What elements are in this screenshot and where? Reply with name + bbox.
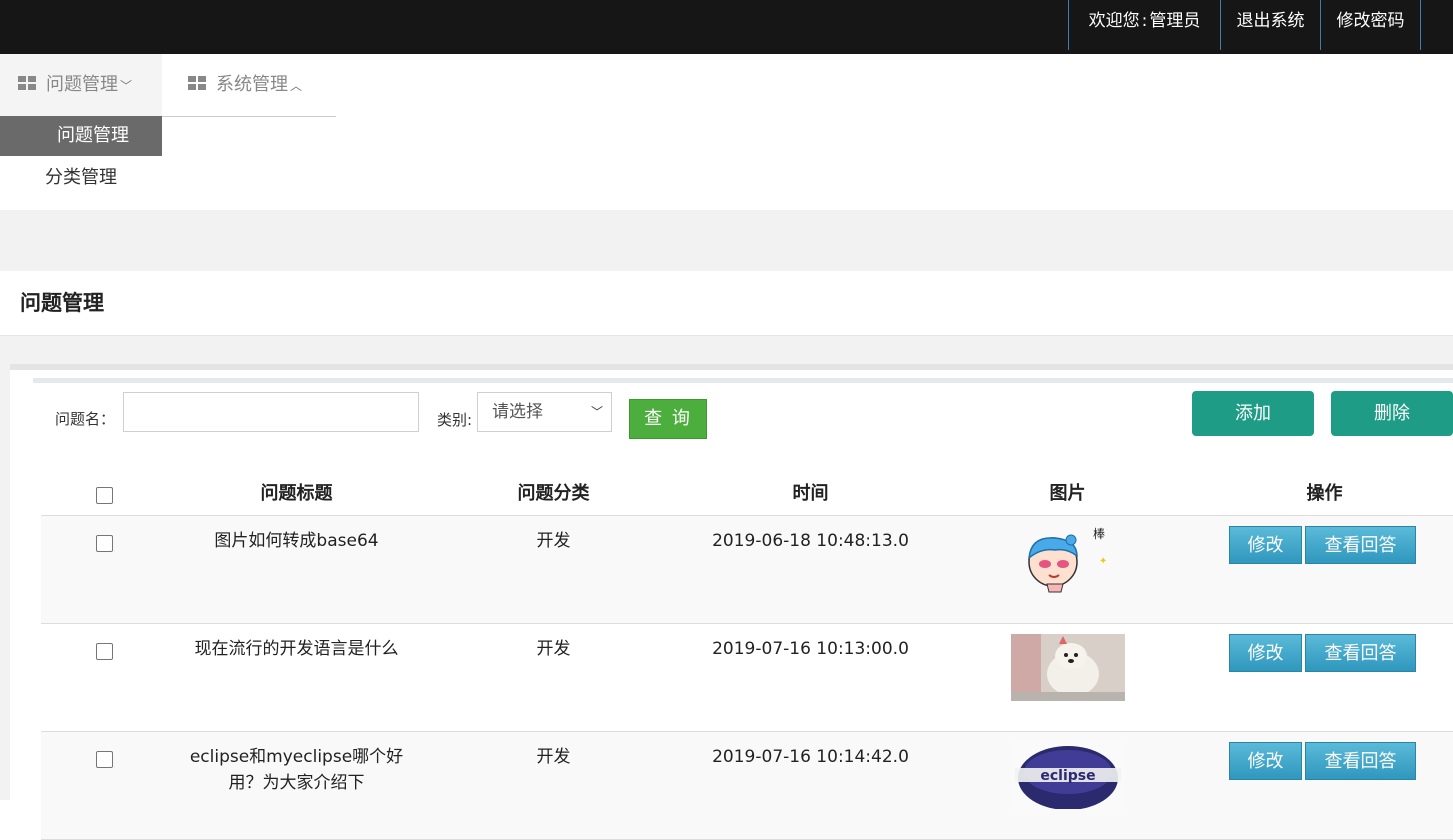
svg-text:eclipse: eclipse	[1040, 768, 1095, 784]
actions-cell: 修改 查看回答	[1196, 623, 1453, 732]
row-checkbox[interactable]	[96, 535, 113, 552]
change-password-link[interactable]: 修改密码	[1320, 0, 1421, 50]
chevron-down-icon: ﹀	[590, 405, 603, 419]
image-cell	[939, 623, 1196, 732]
title-text: 图片如何转成base64	[214, 531, 379, 551]
title-bar: 问题管理	[0, 271, 1453, 336]
view-answers-button[interactable]: 查看回答	[1305, 634, 1416, 672]
column-header-time: 时间	[682, 468, 939, 516]
submenu-item-problem[interactable]: 问题管理	[0, 116, 162, 156]
menu-problem-management[interactable]: 问题管理 ﹀	[0, 54, 162, 116]
column-header-category: 问题分类	[425, 468, 682, 516]
category-label: 类别:	[437, 411, 473, 429]
actions-cell: 修改 查看回答	[1196, 515, 1453, 624]
panel-divider	[33, 378, 1453, 383]
svg-text:✦: ✦	[1099, 556, 1107, 567]
category-text: 开发	[536, 747, 571, 767]
menu-system-label: 系统管理	[216, 74, 288, 95]
table-row: 现在流行的开发语言是什么 开发 2019-07-16 10:13:00.0 修改…	[41, 623, 1453, 732]
category-cell: 开发	[425, 515, 682, 624]
row-checkbox[interactable]	[96, 643, 113, 660]
time-text: 2019-07-16 10:13:00.0	[712, 639, 909, 659]
category-select[interactable]: 请选择 ﹀	[477, 392, 612, 432]
category-selected-value: 请选择	[492, 402, 543, 422]
view-answers-button[interactable]: 查看回答	[1305, 742, 1416, 780]
user-name: 管理员	[1149, 11, 1201, 31]
select-all-cell	[41, 468, 168, 516]
top-bar: 欢迎您: 管理员 退出系统 修改密码	[0, 0, 1453, 54]
grid-icon	[18, 76, 36, 90]
title-cell: eclipse和myeclipse哪个好用？为大家介绍下	[168, 731, 425, 840]
category-text: 开发	[536, 639, 571, 659]
category-cell: 开发	[425, 623, 682, 732]
time-cell: 2019-07-16 10:13:00.0	[682, 623, 939, 732]
edit-button[interactable]: 修改	[1229, 742, 1302, 780]
edit-button[interactable]: 修改	[1229, 526, 1302, 564]
svg-text:棒: 棒	[1093, 527, 1105, 541]
column-header-image: 图片	[939, 468, 1196, 516]
spacer-band	[0, 210, 1453, 271]
table-header-row: 问题标题 问题分类 时间 图片 操作	[41, 468, 1453, 516]
view-answers-button[interactable]: 查看回答	[1305, 526, 1416, 564]
table-row: eclipse和myeclipse哪个好用？为大家介绍下 开发 2019-07-…	[41, 731, 1453, 840]
time-text: 2019-07-16 10:14:42.0	[712, 747, 909, 767]
welcome-text: 欢迎您: 管理员	[1068, 0, 1221, 50]
problem-name-label: 问题名：	[55, 410, 116, 428]
select-all-checkbox[interactable]	[96, 486, 113, 504]
time-cell: 2019-06-18 10:48:13.0	[682, 515, 939, 624]
chevron-down-icon: ﹀	[120, 79, 133, 93]
menu-problem-label: 问题管理	[46, 74, 118, 95]
query-button[interactable]: 查 询	[629, 399, 707, 439]
problem-name-input[interactable]	[123, 392, 419, 432]
actions-cell: 修改 查看回答	[1196, 731, 1453, 840]
image-cell: 棒 ✦	[939, 515, 1196, 624]
time-cell: 2019-07-16 10:14:42.0	[682, 731, 939, 840]
eclipse-logo-thumbnail: eclipse	[1010, 742, 1125, 809]
add-button[interactable]: 添加	[1192, 391, 1314, 436]
menu-system-management[interactable]: 系统管理 ︿	[162, 54, 336, 117]
grid-icon	[188, 76, 206, 90]
row-checkbox[interactable]	[96, 751, 113, 768]
row-select-cell	[41, 731, 168, 840]
title-cell: 现在流行的开发语言是什么	[168, 623, 425, 732]
submenu: 问题管理 分类管理	[0, 116, 162, 211]
page-title: 问题管理	[20, 291, 104, 315]
submenu-item-category[interactable]: 分类管理	[0, 158, 162, 198]
dog-photo-thumbnail	[1010, 634, 1125, 701]
row-select-cell	[41, 515, 168, 624]
category-cell: 开发	[425, 731, 682, 840]
column-header-title: 问题标题	[168, 468, 425, 516]
row-select-cell	[41, 623, 168, 732]
title-text: eclipse和myeclipse哪个好用？为大家介绍下	[189, 747, 404, 793]
title-text: 现在流行的开发语言是什么	[194, 639, 399, 659]
title-cell: 图片如何转成base64	[168, 515, 425, 624]
column-header-actions: 操作	[1196, 468, 1453, 516]
chevron-up-icon: ︿	[290, 79, 303, 93]
category-text: 开发	[536, 531, 571, 551]
image-cell: eclipse	[939, 731, 1196, 840]
problem-table: 问题标题 问题分类 时间 图片 操作 图片如何转成base64 开发 2019-…	[41, 468, 1453, 840]
delete-button[interactable]: 删除	[1331, 391, 1453, 436]
table-row: 图片如何转成base64 开发 2019-06-18 10:48:13.0 棒 …	[41, 515, 1453, 624]
welcome-label: 欢迎您	[1088, 11, 1140, 31]
logout-link[interactable]: 退出系统	[1220, 0, 1321, 50]
time-text: 2019-06-18 10:48:13.0	[712, 531, 909, 551]
edit-button[interactable]: 修改	[1229, 634, 1302, 672]
cartoon-boy-thumbnail: 棒 ✦	[1011, 526, 1125, 593]
